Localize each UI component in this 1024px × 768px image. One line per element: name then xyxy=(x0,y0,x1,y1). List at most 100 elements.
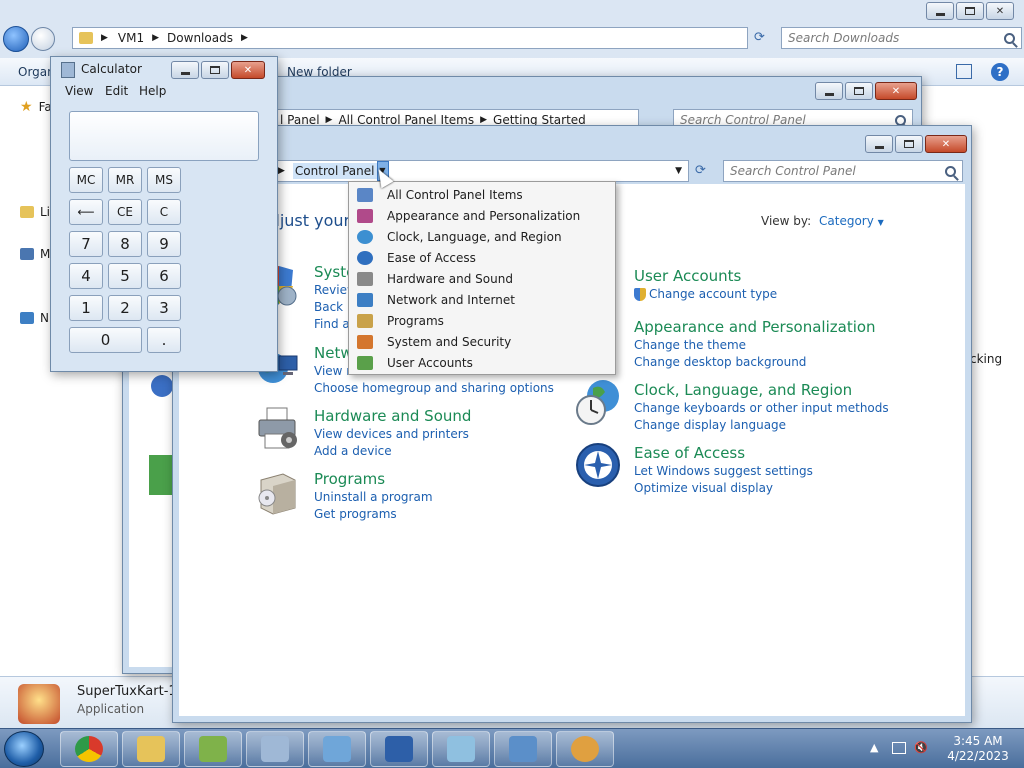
explorer-search-input[interactable]: Search Downloads xyxy=(781,27,1022,49)
menu-item-clock[interactable]: Clock, Language, and Region xyxy=(349,226,615,247)
maximize-button[interactable] xyxy=(201,61,229,79)
maximize-button[interactable] xyxy=(895,135,923,153)
ms-button[interactable]: MS xyxy=(147,167,181,193)
nav-item-computer[interactable]: M xyxy=(20,247,50,261)
paint-icon xyxy=(571,736,599,762)
category-link[interactable]: Change display language xyxy=(634,417,889,434)
network-tray-icon[interactable] xyxy=(892,742,906,754)
search-placeholder: Search Downloads xyxy=(788,31,900,45)
category-title[interactable]: Programs xyxy=(314,469,433,489)
taskbar-app[interactable] xyxy=(122,731,180,767)
menu-item-network[interactable]: Network and Internet xyxy=(349,289,615,310)
breadcrumb-item[interactable]: VM1 xyxy=(118,31,144,45)
close-button[interactable]: ✕ xyxy=(875,82,917,100)
address-dropdown-icon[interactable]: ▼ xyxy=(675,166,682,176)
menu-item-appearance[interactable]: Appearance and Personalization xyxy=(349,205,615,226)
nav-item-libraries[interactable]: Li xyxy=(20,205,50,219)
key-9[interactable]: 9 xyxy=(147,231,181,257)
refresh-icon[interactable]: ⟳ xyxy=(754,30,765,45)
category-link[interactable]: Optimize visual display xyxy=(634,480,813,497)
volume-muted-icon[interactable]: 🔇 xyxy=(914,741,928,754)
c-button[interactable]: C xyxy=(147,199,181,225)
menu-edit[interactable]: Edit xyxy=(105,84,128,98)
cp-address-bar[interactable]: ▶ Control Panel ▼ ▼ xyxy=(251,160,689,182)
key-2[interactable]: 2 xyxy=(108,295,142,321)
category-link[interactable]: Change the theme xyxy=(634,337,876,354)
category-link[interactable]: Change keyboards or other input methods xyxy=(634,400,889,417)
minimize-button[interactable] xyxy=(171,61,199,79)
key-decimal[interactable]: . xyxy=(147,327,181,353)
backspace-button[interactable]: ⟵ xyxy=(69,199,103,225)
taskbar-app[interactable] xyxy=(432,731,490,767)
minimize-button[interactable] xyxy=(926,2,954,20)
nav-item-network[interactable]: N xyxy=(20,311,49,325)
key-1[interactable]: 1 xyxy=(69,295,103,321)
network-icon xyxy=(20,312,34,324)
minimize-icon xyxy=(874,145,884,149)
key-5[interactable]: 5 xyxy=(108,263,142,289)
key-7[interactable]: 7 xyxy=(69,231,103,257)
preview-pane-icon[interactable] xyxy=(956,64,972,79)
shield-icon xyxy=(357,334,373,349)
category-link[interactable]: Choose homegroup and sharing options xyxy=(314,380,554,397)
maximize-button[interactable] xyxy=(845,82,873,100)
taskbar-app[interactable] xyxy=(184,731,242,767)
close-button[interactable]: ✕ xyxy=(986,2,1014,20)
category-title[interactable]: Hardware and Sound xyxy=(314,406,471,426)
mr-button[interactable]: MR xyxy=(108,167,142,193)
system-clock[interactable]: 3:45 AM 4/22/2023 xyxy=(938,734,1018,764)
category-title[interactable]: Clock, Language, and Region xyxy=(634,380,889,400)
category-link[interactable]: Let Windows suggest settings xyxy=(634,463,813,480)
breadcrumb-current[interactable]: Control Panel xyxy=(292,163,377,179)
refresh-icon[interactable]: ⟳ xyxy=(695,163,706,178)
menu-item-programs[interactable]: Programs xyxy=(349,310,615,331)
minimize-button[interactable] xyxy=(815,82,843,100)
folder-icon xyxy=(79,32,93,44)
cp-search-input[interactable]: Search Control Panel xyxy=(723,160,963,182)
key-8[interactable]: 8 xyxy=(108,231,142,257)
explorer-address-bar[interactable]: ▶ VM1 ▶ Downloads ▶ xyxy=(72,27,748,49)
category-title[interactable]: Ease of Access xyxy=(634,443,813,463)
taskbar-app[interactable] xyxy=(370,731,428,767)
category-title[interactable]: Appearance and Personalization xyxy=(634,317,876,337)
start-button[interactable] xyxy=(4,731,44,767)
category-link[interactable]: Get programs xyxy=(314,506,433,523)
menu-help[interactable]: Help xyxy=(139,84,166,98)
back-button[interactable] xyxy=(3,26,29,52)
key-4[interactable]: 4 xyxy=(69,263,103,289)
category-link[interactable]: Add a device xyxy=(314,443,471,460)
menu-item-all-items[interactable]: All Control Panel Items xyxy=(349,184,615,205)
category-link[interactable]: Change account type xyxy=(634,286,777,303)
key-3[interactable]: 3 xyxy=(147,295,181,321)
taskbar-app[interactable] xyxy=(60,731,118,767)
category-link[interactable]: Change desktop background xyxy=(634,354,876,371)
mc-button[interactable]: MC xyxy=(69,167,103,193)
category-link[interactable]: Uninstall a program xyxy=(314,489,433,506)
show-hidden-icons-icon[interactable]: ▲ xyxy=(870,741,878,754)
taskbar-app[interactable] xyxy=(556,731,614,767)
forward-button[interactable] xyxy=(31,27,55,51)
category-title[interactable]: User Accounts xyxy=(634,266,777,286)
nav-item-favorites[interactable]: ★ Fa xyxy=(20,99,52,115)
menu-item-ease-access[interactable]: Ease of Access xyxy=(349,247,615,268)
taskbar-app[interactable] xyxy=(308,731,366,767)
ce-button[interactable]: CE xyxy=(108,199,142,225)
maximize-icon xyxy=(854,87,864,95)
appearance-icon xyxy=(357,208,373,223)
maximize-button[interactable] xyxy=(956,2,984,20)
key-6[interactable]: 6 xyxy=(147,263,181,289)
menu-item-user-accounts[interactable]: User Accounts xyxy=(349,352,615,373)
minimize-button[interactable] xyxy=(865,135,893,153)
menu-view[interactable]: View xyxy=(65,84,93,98)
category-link[interactable]: View devices and printers xyxy=(314,426,471,443)
taskbar-app[interactable] xyxy=(246,731,304,767)
taskbar-app[interactable] xyxy=(494,731,552,767)
key-0[interactable]: 0 xyxy=(69,327,142,353)
breadcrumb-item[interactable]: Downloads xyxy=(167,31,233,45)
view-by-dropdown[interactable]: Category ▼ xyxy=(819,214,884,228)
close-button[interactable]: ✕ xyxy=(925,135,967,153)
close-button[interactable]: ✕ xyxy=(231,61,265,79)
help-icon[interactable]: ? xyxy=(991,63,1009,81)
menu-item-hardware[interactable]: Hardware and Sound xyxy=(349,268,615,289)
menu-item-system-security[interactable]: System and Security xyxy=(349,331,615,352)
